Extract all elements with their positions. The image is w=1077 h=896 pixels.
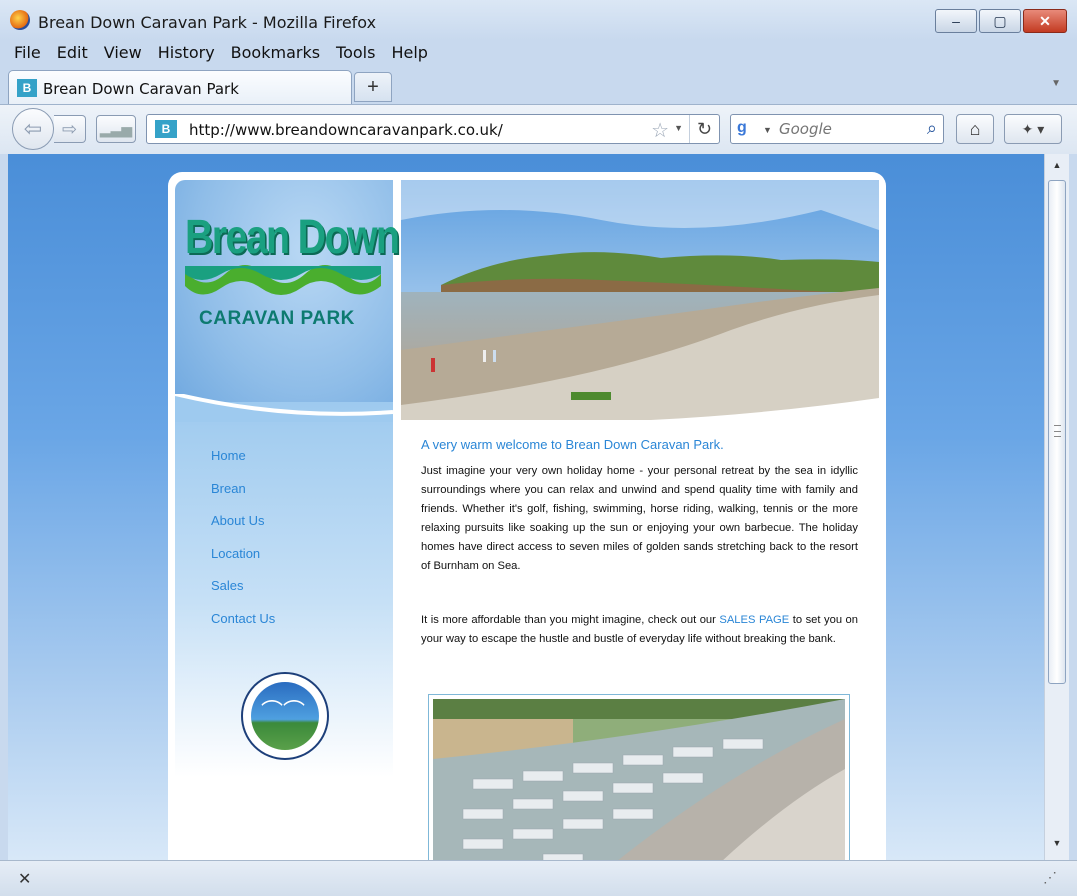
site-favicon-icon: B [155,120,177,138]
addon-resize-icon: ⋰ [1043,869,1057,885]
home-icon: ⌂ [969,119,981,139]
menu-bookmarks[interactable]: Bookmarks [231,40,320,66]
sales-page-link[interactable]: SALES PAGE [719,614,789,626]
nav-location[interactable]: Location [211,546,275,579]
holiday-parks-association-logo: ⌒⌒ [241,672,329,760]
close-button[interactable]: ✕ [1023,9,1067,33]
window-title: Brean Down Caravan Park - Mozilla Firefo… [38,13,377,32]
minimize-button[interactable]: – [935,9,977,33]
search-bar[interactable]: g ▼ ⌕ [730,114,944,144]
site-logo-title: Brean Down [185,211,400,264]
tab-list-arrow-icon[interactable]: ▼ [1051,78,1061,89]
bookmark-star-icon[interactable]: ☆ [651,118,669,143]
history-button[interactable]: ▂▃▅ [96,115,136,143]
back-button[interactable]: ⇦ [12,108,54,150]
vertical-scrollbar[interactable]: ▲ ▼ [1044,154,1069,860]
page-viewport: Brean Down CARAVAN PARK Home Brean About… [8,154,1044,860]
reload-icon[interactable]: ↻ [689,115,719,143]
back-arrow-icon: ⇦ [23,116,43,141]
firefox-icon [10,10,30,30]
puzzle-icon: ✦ ▾ [1021,121,1045,137]
site-logo-subtitle: CARAVAN PARK [199,308,355,329]
search-input[interactable] [779,120,909,138]
site-favicon-icon: B [17,79,37,97]
menu-bar: File Edit View History Bookmarks Tools H… [0,40,1077,66]
welcome-heading: A very warm welcome to Brean Down Carava… [421,437,724,452]
seagull-icon: ⌒⌒ [261,699,306,724]
home-button[interactable]: ⌂ [956,114,994,144]
url-dropdown-icon[interactable]: ▼ [674,123,683,133]
menu-view[interactable]: View [104,40,142,66]
hero-image [401,180,879,420]
window-frame-right [1069,154,1077,860]
status-bar: ✕ ⋰ [0,860,1077,896]
tab-brean-down[interactable]: B Brean Down Caravan Park [8,70,352,104]
close-addon-bar-icon[interactable]: ✕ [18,869,31,889]
tab-bar: B Brean Down Caravan Park + ▼ [0,66,1077,104]
url-bar[interactable]: B http://www.breandowncaravanpark.co.uk/… [146,114,720,144]
site-container: Brean Down CARAVAN PARK Home Brean About… [168,172,886,860]
addons-button[interactable]: ✦ ▾ [1004,114,1062,144]
bar-chart-icon: ▂▃▅ [99,121,133,137]
nav-home[interactable]: Home [211,448,275,481]
sales-paragraph-text-1: It is more affordable than you might ima… [421,614,720,626]
scroll-up-arrow-icon[interactable]: ▲ [1048,160,1066,176]
menu-edit[interactable]: Edit [57,40,88,66]
menu-history[interactable]: History [158,40,215,66]
scroll-down-arrow-icon[interactable]: ▼ [1048,838,1066,854]
menu-tools[interactable]: Tools [336,40,375,66]
site-nav: Home Brean About Us Location Sales Conta… [211,448,275,643]
window-controls: – ▢ ✕ [935,9,1067,33]
search-engine-dropdown-icon[interactable]: ▼ [763,125,772,135]
maximize-button[interactable]: ▢ [979,9,1021,33]
grip-icon [1054,425,1061,437]
sidebar-curve [175,394,393,422]
google-icon[interactable]: g [737,119,759,139]
nav-contact-us[interactable]: Contact Us [211,611,275,644]
title-bar: Brean Down Caravan Park - Mozilla Firefo… [0,0,1077,40]
menu-help[interactable]: Help [391,40,427,66]
menu-file[interactable]: File [14,40,41,66]
nav-brean[interactable]: Brean [211,481,275,514]
logo-panel: Brean Down CARAVAN PARK [175,180,400,414]
scroll-thumb[interactable] [1048,180,1066,684]
nav-about-us[interactable]: About Us [211,513,275,546]
beach-photo [401,180,879,420]
sales-paragraph: It is more affordable than you might ima… [421,611,858,649]
window-frame-left [0,154,8,860]
aerial-photo [433,699,845,860]
forward-button[interactable]: ⇨ [54,115,86,143]
url-text[interactable]: http://www.breandowncaravanpark.co.uk/ [189,121,503,139]
logo-waves-icon [185,265,381,295]
new-tab-button[interactable]: + [354,72,392,102]
caravan-park-photo [428,694,850,860]
intro-paragraph: Just imagine your very own holiday home … [421,465,858,572]
forward-arrow-icon: ⇨ [61,119,78,139]
tab-label: Brean Down Caravan Park [43,80,239,98]
nav-sales[interactable]: Sales [211,578,275,611]
search-icon[interactable]: ⌕ [927,118,937,139]
sidebar: Home Brean About Us Location Sales Conta… [175,394,393,860]
navigation-toolbar: ⇦ ⇨ ▂▃▅ B http://www.breandowncaravanpar… [0,104,1077,154]
